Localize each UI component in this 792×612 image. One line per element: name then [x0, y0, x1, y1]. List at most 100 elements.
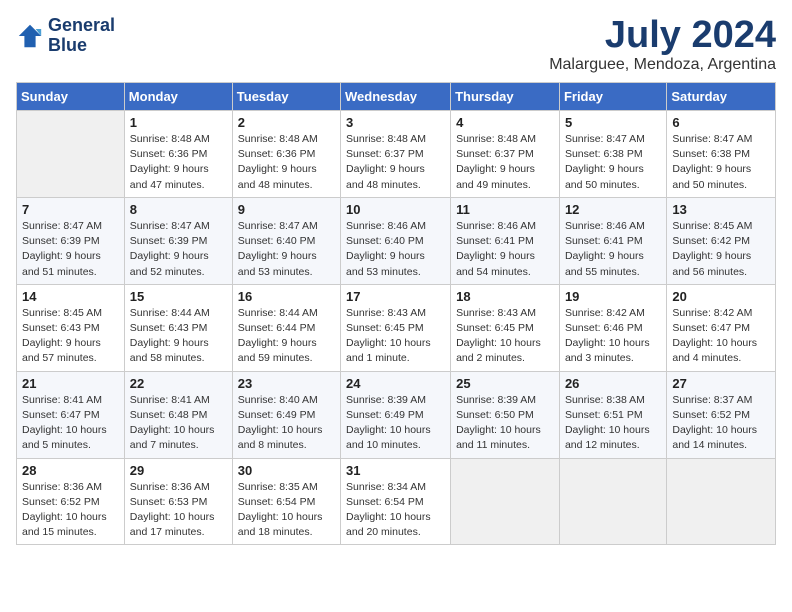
day-info: Sunrise: 8:44 AMSunset: 6:44 PMDaylight:… — [238, 306, 335, 367]
day-info: Sunrise: 8:44 AMSunset: 6:43 PMDaylight:… — [130, 306, 227, 367]
calendar-cell: 2Sunrise: 8:48 AMSunset: 6:36 PMDaylight… — [232, 111, 340, 198]
calendar-cell: 26 Sunrise: 8:38 AMSunset: 6:51 PMDayligh… — [559, 371, 666, 458]
day-number: 22 — [130, 376, 227, 391]
day-number: 13 — [672, 202, 770, 217]
calendar-cell: 24 Sunrise: 8:39 AMSunset: 6:49 PMDayligh… — [341, 371, 451, 458]
day-number: 31 — [346, 463, 445, 478]
calendar-cell: 5Sunrise: 8:47 AMSunset: 6:38 PMDaylight… — [559, 111, 666, 198]
day-info: Sunrise: 8:39 AMSunset: 6:50 PMDaylight:… — [456, 393, 554, 454]
day-number: 27 — [672, 376, 770, 391]
day-number: 25 — [456, 376, 554, 391]
calendar-cell — [451, 458, 560, 545]
week-row-5: 28 Sunrise: 8:36 AMSunset: 6:52 PMDayligh… — [17, 458, 776, 545]
calendar-cell: 7 Sunrise: 8:47 AMSunset: 6:39 PMDaylight… — [17, 197, 125, 284]
day-info: Sunrise: 8:40 AMSunset: 6:49 PMDaylight:… — [238, 393, 335, 454]
day-header-friday: Friday — [559, 83, 666, 111]
day-info: Sunrise: 8:45 AMSunset: 6:42 PMDaylight:… — [672, 219, 770, 280]
calendar-cell: 11 Sunrise: 8:46 AMSunset: 6:41 PMDayligh… — [451, 197, 560, 284]
day-number: 11 — [456, 202, 554, 217]
logo-text: General Blue — [48, 16, 115, 56]
week-row-2: 7 Sunrise: 8:47 AMSunset: 6:39 PMDaylight… — [17, 197, 776, 284]
calendar-cell: 16 Sunrise: 8:44 AMSunset: 6:44 PMDayligh… — [232, 284, 340, 371]
day-info: Sunrise: 8:43 AMSunset: 6:45 PMDaylight:… — [456, 306, 554, 367]
day-number: 2 — [238, 115, 335, 130]
logo: General Blue — [16, 16, 115, 56]
day-info: Sunrise: 8:46 AMSunset: 6:40 PMDaylight:… — [346, 219, 445, 280]
day-info: Sunrise: 8:38 AMSunset: 6:51 PMDaylight:… — [565, 393, 661, 454]
calendar-cell: 9 Sunrise: 8:47 AMSunset: 6:40 PMDaylight… — [232, 197, 340, 284]
day-info: Sunrise: 8:34 AMSunset: 6:54 PMDaylight:… — [346, 480, 445, 541]
day-info: Sunrise: 8:46 AMSunset: 6:41 PMDaylight:… — [456, 219, 554, 280]
day-header-saturday: Saturday — [667, 83, 776, 111]
day-number: 17 — [346, 289, 445, 304]
day-number: 26 — [565, 376, 661, 391]
day-info: Sunrise: 8:41 AMSunset: 6:48 PMDaylight:… — [130, 393, 227, 454]
location-subtitle: Malarguee, Mendoza, Argentina — [549, 56, 776, 74]
calendar-cell: 6 Sunrise: 8:47 AMSunset: 6:38 PMDaylight… — [667, 111, 776, 198]
calendar-table: SundayMondayTuesdayWednesdayThursdayFrid… — [16, 82, 776, 545]
calendar-cell — [559, 458, 666, 545]
week-row-4: 21Sunrise: 8:41 AMSunset: 6:47 PMDayligh… — [17, 371, 776, 458]
day-info: Sunrise: 8:47 AMSunset: 6:39 PMDaylight:… — [22, 219, 119, 280]
calendar-cell: 17Sunrise: 8:43 AMSunset: 6:45 PMDayligh… — [341, 284, 451, 371]
day-header-monday: Monday — [124, 83, 232, 111]
day-number: 8 — [130, 202, 227, 217]
day-number: 20 — [672, 289, 770, 304]
day-info: Sunrise: 8:37 AMSunset: 6:52 PMDaylight:… — [672, 393, 770, 454]
day-info: Sunrise: 8:35 AMSunset: 6:54 PMDaylight:… — [238, 480, 335, 541]
calendar-cell: 19Sunrise: 8:42 AMSunset: 6:46 PMDayligh… — [559, 284, 666, 371]
day-number: 6 — [672, 115, 770, 130]
day-info: Sunrise: 8:47 AMSunset: 6:40 PMDaylight:… — [238, 219, 335, 280]
day-info: Sunrise: 8:48 AMSunset: 6:36 PMDaylight:… — [130, 132, 227, 193]
calendar-cell: 8 Sunrise: 8:47 AMSunset: 6:39 PMDaylight… — [124, 197, 232, 284]
calendar-cell: 28 Sunrise: 8:36 AMSunset: 6:52 PMDayligh… — [17, 458, 125, 545]
day-number: 24 — [346, 376, 445, 391]
day-number: 29 — [130, 463, 227, 478]
day-number: 14 — [22, 289, 119, 304]
calendar-cell: 13 Sunrise: 8:45 AMSunset: 6:42 PMDayligh… — [667, 197, 776, 284]
calendar-cell: 21Sunrise: 8:41 AMSunset: 6:47 PMDayligh… — [17, 371, 125, 458]
day-info: Sunrise: 8:42 AMSunset: 6:46 PMDaylight:… — [565, 306, 661, 367]
calendar-cell: 29 Sunrise: 8:36 AMSunset: 6:53 PMDayligh… — [124, 458, 232, 545]
day-number: 28 — [22, 463, 119, 478]
header-row: SundayMondayTuesdayWednesdayThursdayFrid… — [17, 83, 776, 111]
day-info: Sunrise: 8:47 AMSunset: 6:39 PMDaylight:… — [130, 219, 227, 280]
day-number: 7 — [22, 202, 119, 217]
day-info: Sunrise: 8:36 AMSunset: 6:52 PMDaylight:… — [22, 480, 119, 541]
day-info: Sunrise: 8:48 AMSunset: 6:37 PMDaylight:… — [346, 132, 445, 193]
calendar-cell: 23 Sunrise: 8:40 AMSunset: 6:49 PMDayligh… — [232, 371, 340, 458]
calendar-cell: 1 Sunrise: 8:48 AMSunset: 6:36 PMDaylight… — [124, 111, 232, 198]
calendar-cell — [667, 458, 776, 545]
logo-icon — [16, 22, 44, 50]
page-header: General Blue July 2024 Malarguee, Mendoz… — [16, 16, 776, 74]
day-info: Sunrise: 8:42 AMSunset: 6:47 PMDaylight:… — [672, 306, 770, 367]
week-row-3: 14 Sunrise: 8:45 AMSunset: 6:43 PMDayligh… — [17, 284, 776, 371]
calendar-cell: 12Sunrise: 8:46 AMSunset: 6:41 PMDayligh… — [559, 197, 666, 284]
day-info: Sunrise: 8:46 AMSunset: 6:41 PMDaylight:… — [565, 219, 661, 280]
day-number: 3 — [346, 115, 445, 130]
calendar-cell — [17, 111, 125, 198]
day-number: 9 — [238, 202, 335, 217]
day-number: 16 — [238, 289, 335, 304]
day-info: Sunrise: 8:47 AMSunset: 6:38 PMDaylight:… — [672, 132, 770, 193]
calendar-cell: 18 Sunrise: 8:43 AMSunset: 6:45 PMDayligh… — [451, 284, 560, 371]
month-title: July 2024 — [549, 16, 776, 54]
day-number: 10 — [346, 202, 445, 217]
day-number: 18 — [456, 289, 554, 304]
day-info: Sunrise: 8:36 AMSunset: 6:53 PMDaylight:… — [130, 480, 227, 541]
day-header-tuesday: Tuesday — [232, 83, 340, 111]
day-number: 30 — [238, 463, 335, 478]
day-number: 23 — [238, 376, 335, 391]
calendar-cell: 22 Sunrise: 8:41 AMSunset: 6:48 PMDayligh… — [124, 371, 232, 458]
day-header-thursday: Thursday — [451, 83, 560, 111]
week-row-1: 1 Sunrise: 8:48 AMSunset: 6:36 PMDaylight… — [17, 111, 776, 198]
day-info: Sunrise: 8:39 AMSunset: 6:49 PMDaylight:… — [346, 393, 445, 454]
day-number: 4 — [456, 115, 554, 130]
day-info: Sunrise: 8:41 AMSunset: 6:47 PMDaylight:… — [22, 393, 119, 454]
calendar-cell: 10 Sunrise: 8:46 AMSunset: 6:40 PMDayligh… — [341, 197, 451, 284]
calendar-cell: 30 Sunrise: 8:35 AMSunset: 6:54 PMDayligh… — [232, 458, 340, 545]
day-number: 1 — [130, 115, 227, 130]
day-info: Sunrise: 8:45 AMSunset: 6:43 PMDaylight:… — [22, 306, 119, 367]
calendar-cell: 3 Sunrise: 8:48 AMSunset: 6:37 PMDaylight… — [341, 111, 451, 198]
day-number: 5 — [565, 115, 661, 130]
